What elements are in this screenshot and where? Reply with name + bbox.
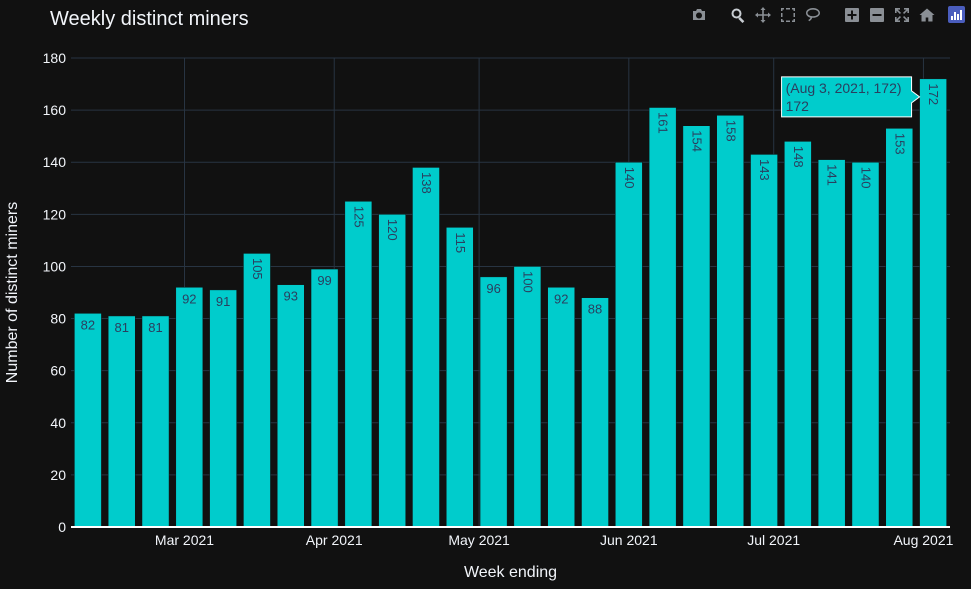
bar-value-label: 96 bbox=[486, 281, 500, 296]
bar bbox=[750, 154, 778, 528]
bar-value-label: 91 bbox=[216, 294, 230, 309]
chart: Weekly distinct miners 0 20 40 60 80 100… bbox=[0, 0, 971, 589]
bar-value-label: 93 bbox=[284, 289, 298, 304]
y-tick-label: 60 bbox=[50, 363, 66, 379]
bar-value-label: 140 bbox=[858, 167, 873, 189]
bar bbox=[784, 141, 812, 528]
bar bbox=[141, 315, 170, 528]
y-tick-label: 180 bbox=[43, 50, 67, 66]
bar bbox=[276, 284, 305, 528]
y-tick-label: 120 bbox=[43, 206, 67, 222]
x-tick-label: Aug 2021 bbox=[893, 532, 953, 548]
bar bbox=[310, 268, 339, 528]
y-tick-label: 20 bbox=[50, 467, 66, 483]
bar-value-label: 161 bbox=[656, 112, 671, 134]
bar bbox=[243, 253, 271, 528]
bar bbox=[378, 214, 406, 528]
bar bbox=[682, 125, 711, 528]
bar-value-label: 115 bbox=[453, 232, 468, 253]
bar bbox=[615, 161, 643, 528]
bar-value-label: 81 bbox=[114, 320, 128, 335]
bar-value-label: 143 bbox=[757, 159, 772, 181]
bar bbox=[919, 78, 947, 528]
bar bbox=[648, 107, 677, 528]
bar bbox=[175, 287, 204, 528]
y-tick-label: 160 bbox=[43, 102, 67, 118]
bar-value-label: 158 bbox=[723, 120, 738, 142]
x-tick-label: Jul 2021 bbox=[747, 532, 800, 548]
bar-value-label: 153 bbox=[892, 133, 907, 155]
bar bbox=[74, 313, 102, 528]
bar-value-label: 172 bbox=[926, 83, 941, 105]
x-tick-label: Mar 2021 bbox=[155, 532, 214, 548]
bar-value-label: 105 bbox=[250, 258, 265, 280]
x-axis-title: Week ending bbox=[464, 564, 557, 581]
x-tick-label: Jun 2021 bbox=[600, 532, 658, 548]
bar-value-label: 92 bbox=[554, 291, 568, 306]
y-tick-label: 100 bbox=[43, 258, 67, 274]
y-tick-label: 0 bbox=[58, 519, 66, 535]
hover-tooltip-line2: 172 bbox=[786, 98, 810, 114]
y-tick-label: 80 bbox=[50, 311, 66, 327]
bar bbox=[581, 297, 609, 528]
bar-value-label: 100 bbox=[520, 271, 535, 293]
bar bbox=[547, 287, 575, 528]
bar bbox=[817, 159, 846, 528]
hover-tooltip-line1: (Aug 3, 2021, 172) bbox=[786, 80, 902, 96]
bar bbox=[885, 128, 914, 528]
bar-value-label: 82 bbox=[81, 317, 95, 332]
bar-value-label: 120 bbox=[385, 219, 400, 241]
bar bbox=[716, 115, 745, 528]
plot-area[interactable]: 0 20 40 60 80 100 120 140 160 180 Mar 2021 Apr 2021… bbox=[0, 0, 971, 589]
bar-value-label: 81 bbox=[148, 320, 162, 335]
bar-value-label: 140 bbox=[622, 167, 637, 189]
bar-value-label: 141 bbox=[825, 164, 840, 186]
bar bbox=[209, 289, 237, 528]
bar-value-label: 92 bbox=[182, 291, 196, 306]
x-tick-label: May 2021 bbox=[448, 532, 510, 548]
bar-value-label: 99 bbox=[317, 273, 331, 288]
bar-value-label: 154 bbox=[689, 130, 704, 152]
x-tick-label: Apr 2021 bbox=[306, 532, 363, 548]
bar-value-label: 148 bbox=[791, 146, 806, 168]
bar bbox=[513, 266, 542, 528]
bar bbox=[344, 201, 373, 528]
y-axis-title: Number of distinct miners bbox=[4, 202, 21, 383]
y-tick-label: 140 bbox=[43, 154, 67, 170]
bar bbox=[446, 227, 474, 528]
bar-value-label: 88 bbox=[588, 302, 602, 317]
bar bbox=[479, 276, 508, 528]
bar bbox=[107, 315, 136, 528]
bar bbox=[412, 167, 440, 528]
bar-value-label: 125 bbox=[351, 206, 366, 228]
y-tick-label: 40 bbox=[50, 415, 66, 431]
bar-value-label: 138 bbox=[419, 172, 434, 194]
bar bbox=[851, 161, 880, 528]
